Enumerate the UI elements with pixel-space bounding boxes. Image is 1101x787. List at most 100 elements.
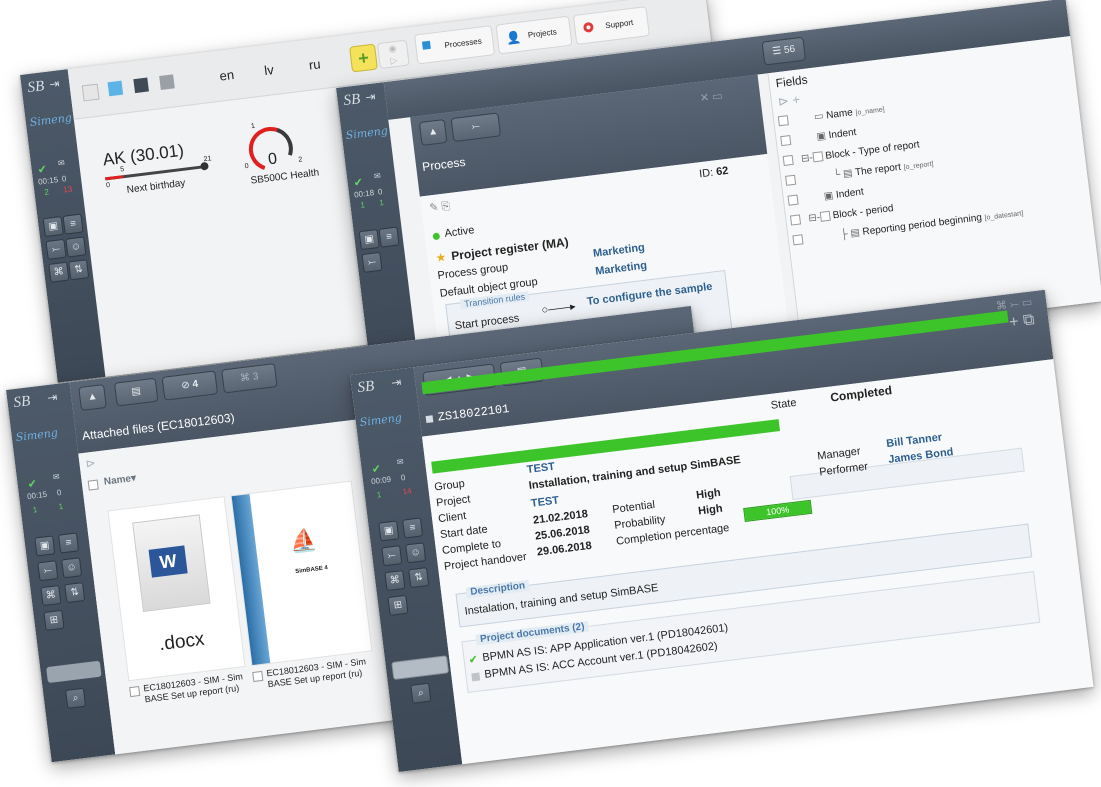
document-button[interactable]: ▤ xyxy=(113,377,159,407)
logout-icon[interactable]: ⇥ xyxy=(49,76,61,91)
mail-icon[interactable]: ✉ xyxy=(396,457,404,467)
user-icon[interactable]: ☺ xyxy=(405,542,427,564)
search-icon[interactable]: ⌕ xyxy=(410,682,432,704)
list-icon: ├ ▤ xyxy=(840,226,864,241)
mail-icon[interactable]: ✉ xyxy=(52,472,60,482)
probability-label: Probability xyxy=(613,513,667,532)
edit-icon[interactable]: ✎ ⎘ xyxy=(429,199,452,215)
name-column-header[interactable]: Name▾ xyxy=(103,473,136,488)
theme-grey-swatch[interactable] xyxy=(159,74,175,90)
birthday-gauge-title: AK (30.01) xyxy=(101,140,185,170)
configure-sample[interactable]: To configure the sample xyxy=(586,281,713,308)
hierarchy-icon[interactable]: ⊞ xyxy=(387,594,409,616)
network-icon[interactable]: ⌘ xyxy=(48,261,70,283)
simeng-logo: Simeng xyxy=(15,426,59,445)
client-value[interactable]: TEST xyxy=(530,495,559,510)
hierarchy-icon[interactable]: ⊞ xyxy=(43,609,65,631)
health-gauge-caption: SB500C Health xyxy=(249,167,320,187)
complete-to-value: 25.06.2018 xyxy=(534,523,591,543)
database-icon[interactable]: ≡ xyxy=(62,213,84,235)
lang-lv[interactable]: lv xyxy=(263,62,274,78)
start-date-label: Start date xyxy=(439,523,489,542)
add-button[interactable]: + xyxy=(349,43,378,73)
search-icon[interactable]: ⌕ xyxy=(65,687,87,709)
lang-en[interactable]: en xyxy=(219,67,235,84)
sb-logo: SB xyxy=(12,393,32,412)
lang-ru[interactable]: ru xyxy=(308,56,321,72)
birthday-gauge-fill xyxy=(105,175,124,181)
flags-count: 1 xyxy=(378,198,385,208)
network-tab[interactable]: ⌘ 3 xyxy=(221,363,278,394)
process-icon[interactable]: ⤚ xyxy=(361,251,383,273)
theme-dark-swatch[interactable] xyxy=(133,77,149,94)
docx-thumbnail[interactable]: W .docx xyxy=(107,496,246,682)
user-icon[interactable]: ☺ xyxy=(65,236,87,258)
sort-icon[interactable]: ⇅ xyxy=(68,259,90,281)
briefcase-icon[interactable]: ▣ xyxy=(42,215,64,238)
mail-icon[interactable]: ✉ xyxy=(58,158,66,168)
process-icon[interactable]: ⤚ xyxy=(381,545,403,567)
simeng-logo: Simeng xyxy=(345,124,389,143)
briefcase-icon[interactable]: ▣ xyxy=(34,535,56,557)
active-dot-icon xyxy=(432,232,441,241)
status-active: Active xyxy=(443,224,476,240)
process-icon[interactable]: ⤚ xyxy=(45,238,67,260)
flags-count: 13 xyxy=(62,184,73,195)
briefcase-icon[interactable]: ▣ xyxy=(358,228,380,251)
logout-icon[interactable]: ⇥ xyxy=(365,89,377,104)
sidebar-search-input[interactable] xyxy=(46,660,102,684)
health-gauge-min: 0 xyxy=(244,162,250,171)
report-thumbnail[interactable]: ⛵ SimBASE 4 xyxy=(230,480,373,667)
theme-blue-swatch[interactable] xyxy=(107,80,124,97)
sidebar-search-input[interactable] xyxy=(391,655,450,680)
word-icon: W xyxy=(148,545,188,578)
simeng-logo: Simeng xyxy=(29,111,73,130)
select-all-checkbox[interactable] xyxy=(87,479,99,491)
sort-icon[interactable]: ⇅ xyxy=(64,582,86,604)
users-count: 1 xyxy=(359,200,366,210)
network-icon[interactable]: ⌘ xyxy=(40,584,62,607)
process-icon[interactable]: ⤚ xyxy=(37,560,59,582)
logout-icon[interactable]: ⇥ xyxy=(46,390,58,405)
database-icon[interactable]: ≡ xyxy=(402,517,424,539)
list-count-button[interactable]: ☰ 56 xyxy=(761,36,807,66)
check-icon: ✔ xyxy=(353,176,364,190)
network-icon[interactable]: ⌘ xyxy=(384,569,406,592)
projects-button[interactable]: 👤 Projects xyxy=(495,15,573,55)
process-name: Project register (MA) xyxy=(450,234,570,264)
project-window: SB ⇥ Simeng ✔ ✉ 00:09 0 1 14 ▣ ≡ ⤚ ☺ ⌘ ⇅… xyxy=(350,289,1094,773)
group-value[interactable]: TEST xyxy=(526,461,555,476)
client-label: Client xyxy=(437,509,467,526)
processes-button[interactable]: Processes xyxy=(414,25,496,65)
timer-value: 00:15 xyxy=(37,175,59,187)
mail-count: 0 xyxy=(400,473,406,483)
sb-logo: SB xyxy=(342,91,362,110)
potential-label: Potential xyxy=(611,498,656,516)
file1-checkbox[interactable] xyxy=(129,685,141,698)
user-icon[interactable]: ☺ xyxy=(61,557,83,579)
add-field-icon[interactable]: ⊳ + xyxy=(777,92,801,111)
database-icon[interactable]: ≡ xyxy=(58,532,80,554)
database-icon[interactable]: ≡ xyxy=(378,226,400,248)
folder-icon: ★ xyxy=(434,249,448,266)
add-file-icon[interactable]: ⊳ xyxy=(85,456,97,471)
theme-light-swatch[interactable] xyxy=(81,83,100,102)
sb-logo: SB xyxy=(26,78,46,97)
sort-icon[interactable]: ⇅ xyxy=(408,567,430,589)
file2-checkbox[interactable] xyxy=(252,670,264,683)
collapse-icon[interactable]: ✕ ▭ xyxy=(699,89,723,105)
add-copy-icon[interactable]: + ⧉ xyxy=(1008,311,1035,332)
description-label: Description xyxy=(465,579,530,599)
logout-icon[interactable]: ⇥ xyxy=(390,375,402,390)
support-button[interactable]: Support xyxy=(572,6,650,45)
check-icon: ✔ xyxy=(467,653,479,667)
users-count: 2 xyxy=(43,187,50,197)
branch-button[interactable]: ⤚ xyxy=(450,112,502,143)
process-title: Process xyxy=(421,154,467,175)
attachments-tab[interactable]: ⊘ 4 xyxy=(161,370,219,401)
view-play-button[interactable]: ◉ ▷ xyxy=(376,39,410,70)
up-button[interactable]: ▲ xyxy=(418,118,448,146)
briefcase-icon[interactable]: ▣ xyxy=(378,520,400,542)
up-button[interactable]: ▲ xyxy=(78,384,107,412)
mail-icon[interactable]: ✉ xyxy=(374,171,382,181)
